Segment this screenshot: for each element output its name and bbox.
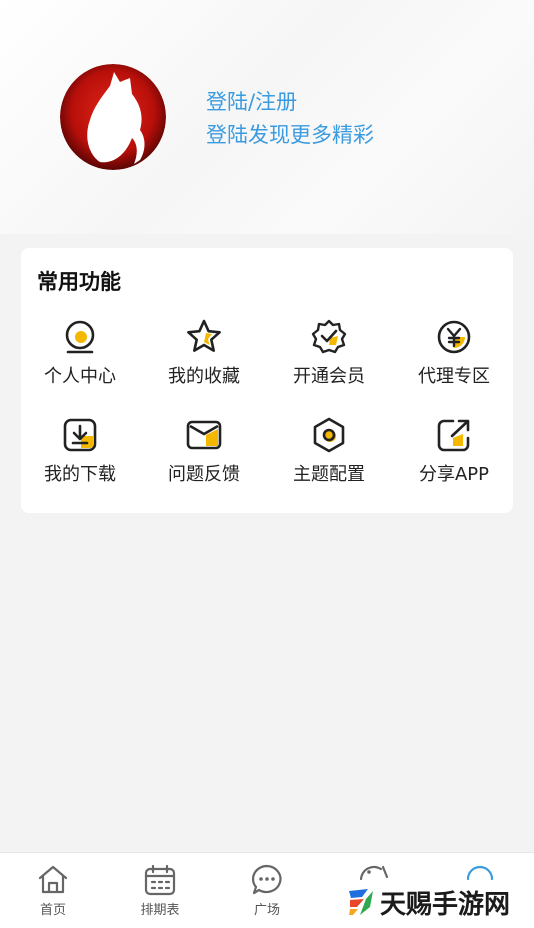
grid-item-favorites[interactable]: 我的收藏 — [145, 318, 263, 388]
grid-item-label: 代理专区 — [418, 366, 490, 387]
tab-plaza[interactable]: 广场 — [227, 863, 307, 918]
grid-item-label: 主题配置 — [293, 464, 365, 485]
grid-item-label: 开通会员 — [293, 366, 365, 387]
tab-home[interactable]: 首页 — [13, 863, 93, 918]
home-icon — [38, 865, 68, 894]
grid-item-label: 个人中心 — [44, 366, 116, 387]
grid-item-label: 我的下载 — [44, 464, 116, 485]
watermark-text: 天赐手游网 — [380, 889, 511, 920]
grid-item-label: 我的收藏 — [168, 366, 240, 387]
grid-item-theme[interactable]: 主题配置 — [270, 416, 388, 486]
feedback-mail-icon — [186, 420, 222, 450]
watermark-logo-icon — [349, 889, 373, 915]
login-subtitle[interactable]: 登陆发现更多精彩 — [206, 119, 374, 152]
theme-hexagon-icon — [313, 417, 345, 453]
cat-logo-icon — [60, 64, 166, 170]
yen-coin-icon — [437, 320, 471, 354]
grid-item-user-center[interactable]: 个人中心 — [21, 318, 139, 388]
tab-label: 排期表 — [140, 903, 180, 918]
grid-item-vip[interactable]: 开通会员 — [270, 318, 388, 388]
card-title: 常用功能 — [37, 270, 121, 294]
common-functions-card: 常用功能 个人中心 我的收藏 开通会员 代理专区 我的下载 问题反馈 主题配置 … — [21, 248, 513, 513]
grid-item-label: 分享APP — [418, 464, 490, 485]
chat-bubble-icon — [251, 864, 282, 895]
avatar[interactable] — [60, 64, 166, 170]
login-register-link[interactable]: 登陆/注册 — [206, 86, 374, 119]
grid-item-downloads[interactable]: 我的下载 — [21, 416, 139, 486]
grid-item-share[interactable]: 分享APP — [395, 416, 513, 486]
user-center-icon — [65, 320, 95, 354]
star-icon — [187, 319, 221, 352]
tab-label: 广场 — [253, 903, 280, 918]
vip-badge-icon — [311, 319, 347, 354]
grid-item-agent[interactable]: 代理专区 — [395, 318, 513, 388]
tab-label: 首页 — [39, 903, 66, 918]
calendar-icon — [144, 864, 176, 896]
watermark: 天赐手游网 — [346, 880, 510, 924]
grid-item-feedback[interactable]: 问题反馈 — [145, 416, 263, 486]
tab-schedule[interactable]: 排期表 — [120, 863, 200, 918]
download-icon — [63, 418, 97, 452]
share-icon — [437, 419, 470, 452]
grid-item-label: 问题反馈 — [168, 464, 240, 485]
profile-header: 登陆/注册 登陆发现更多精彩 — [0, 0, 534, 234]
